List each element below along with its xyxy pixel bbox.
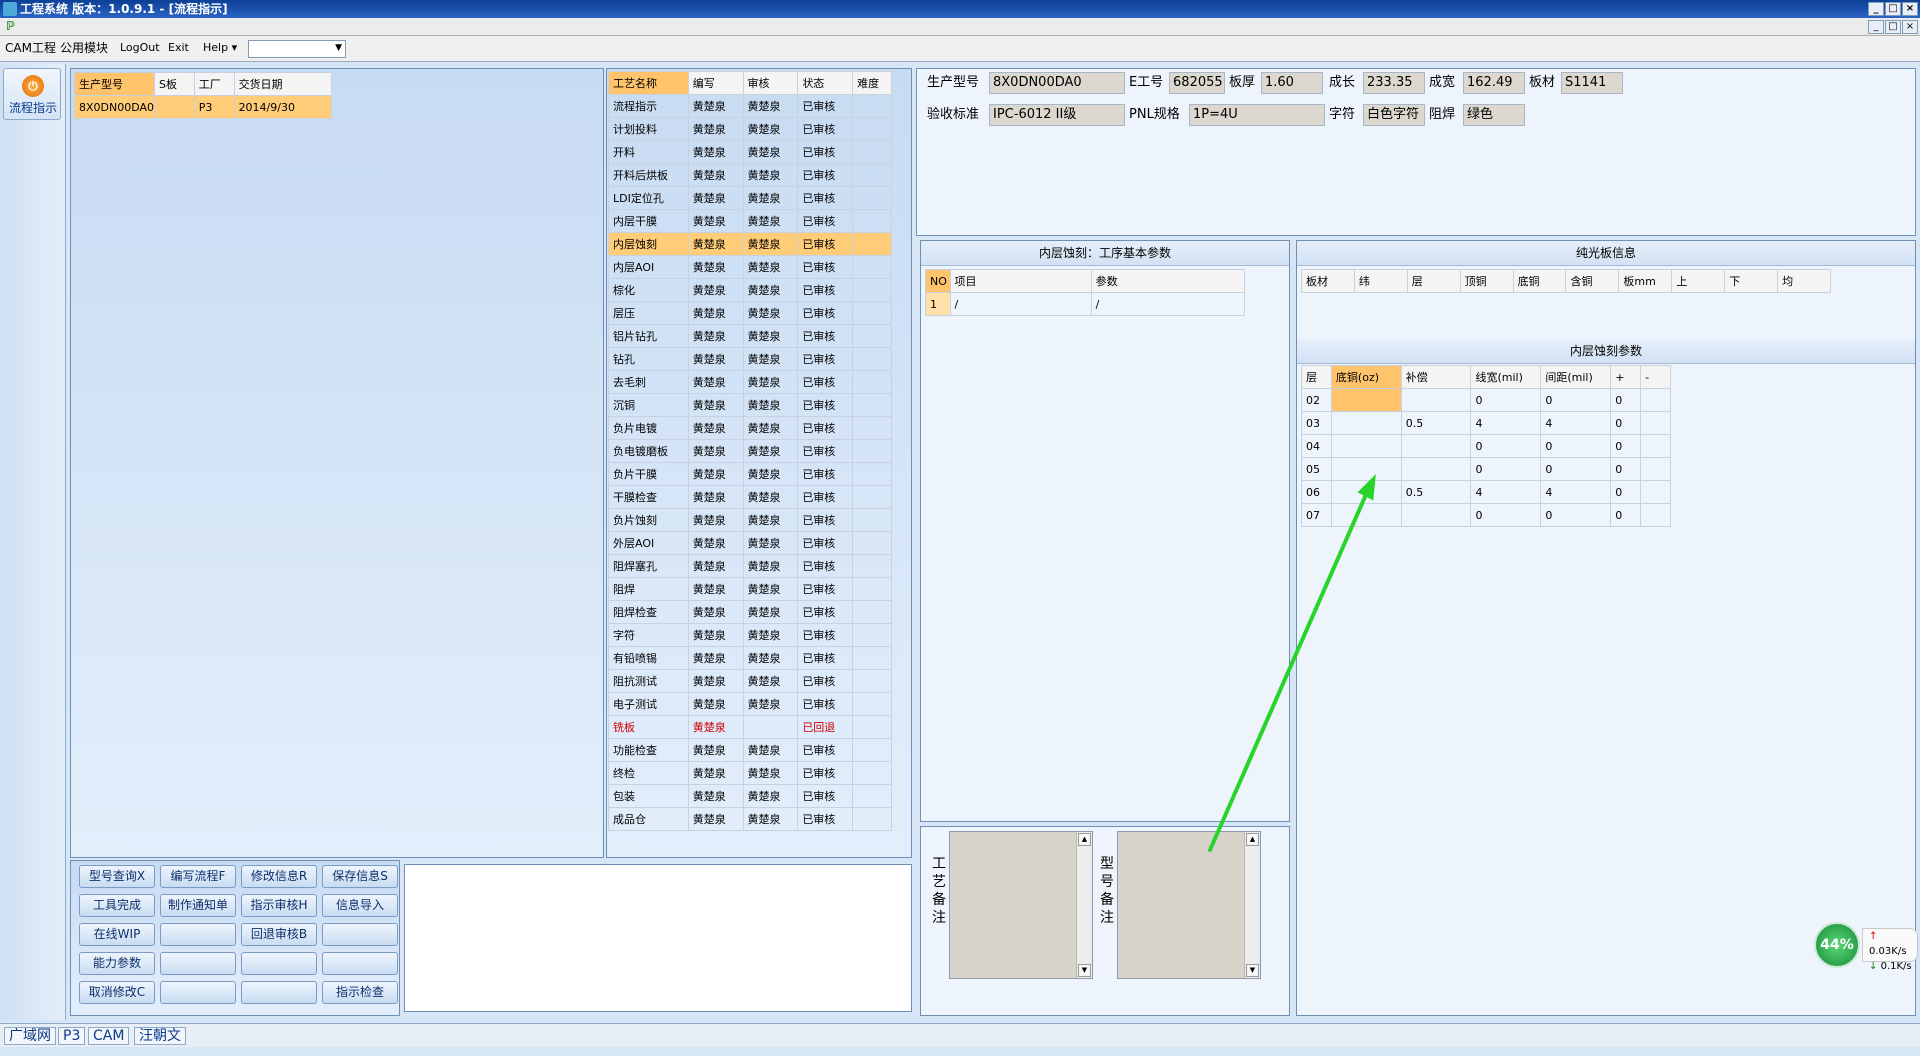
annotation-arrow xyxy=(1208,473,1376,852)
network-widget[interactable]: 44% ↑ 0.03K/s ↓ 0.1K/s xyxy=(1814,922,1920,972)
net-up: 0.03K/s xyxy=(1869,946,1907,957)
status-user: 汪朝文 xyxy=(134,1027,186,1045)
status-module: CAM xyxy=(88,1027,130,1045)
net-down: 0.1K/s xyxy=(1880,961,1912,972)
status-bar: 广域网 P3 CAM 汪朝文 xyxy=(0,1023,1920,1047)
status-network: 广域网 xyxy=(4,1027,56,1045)
net-rates: ↑ 0.03K/s ↓ 0.1K/s xyxy=(1862,928,1918,972)
download-icon: ↓ xyxy=(1869,961,1878,972)
status-factory: P3 xyxy=(58,1027,86,1045)
net-percent: 44% xyxy=(1814,922,1860,968)
upload-icon: ↑ xyxy=(1869,931,1878,942)
